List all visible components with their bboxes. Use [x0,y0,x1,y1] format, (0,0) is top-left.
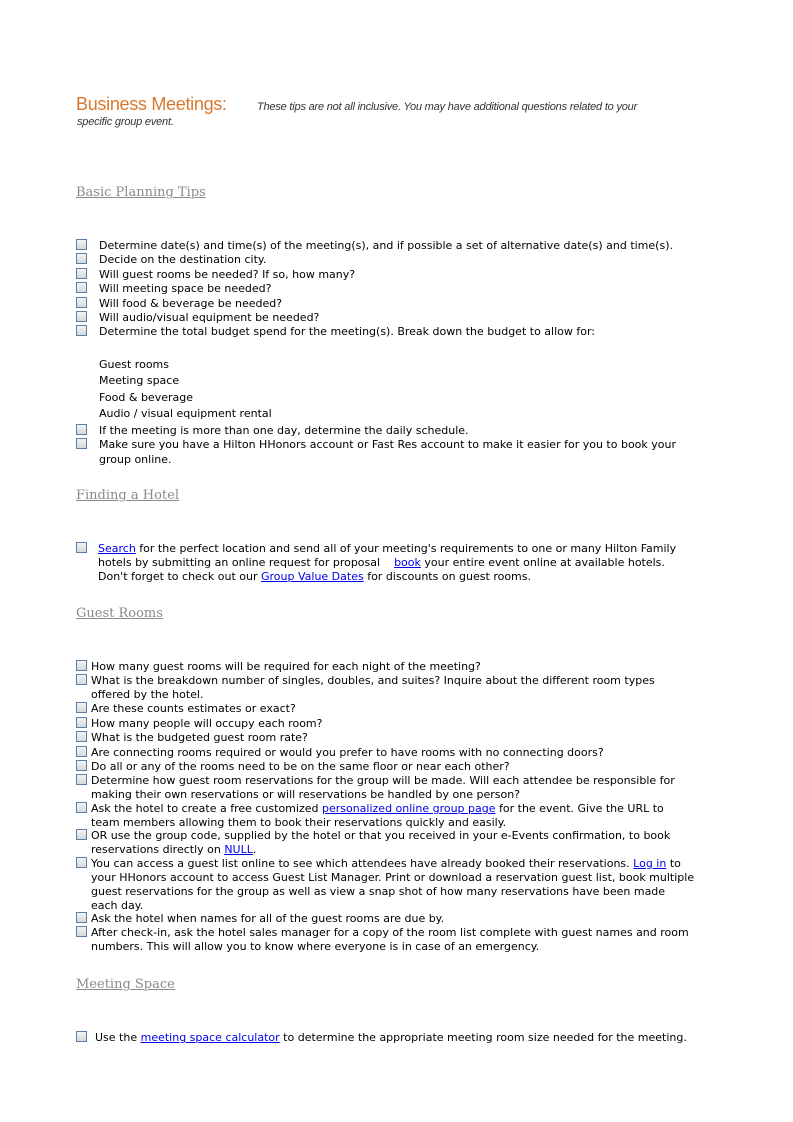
text: You can access a guest list online to se… [91,857,634,870]
list-item: Do all or any of the rooms need to be on… [91,760,510,773]
list-item-cont: making their own reservations or will re… [91,788,521,801]
list-item: Will meeting space be needed? [99,282,272,295]
list-item: Will guest rooms be needed? If so, how m… [99,268,356,281]
group-value-dates-link[interactable]: Group Value Dates [261,570,364,583]
section-heading-basic-planning: Basic Planning Tips [76,185,206,200]
checkbox[interactable] [76,282,87,293]
log-in-link[interactable]: Log in [633,857,666,870]
list-item: Will audio/visual equipment be needed? [99,311,320,324]
checkbox[interactable] [76,926,87,937]
list-item: Are connecting rooms required or would y… [91,746,604,759]
budget-item: Guest rooms [99,358,169,371]
personalized-group-page-link[interactable]: personalized online group page [322,802,496,815]
checkbox[interactable] [76,325,87,336]
checkbox[interactable] [76,1031,87,1042]
section-heading-guest-rooms: Guest Rooms [76,606,163,621]
checkbox[interactable] [76,857,87,868]
list-item-cont: each day. [91,899,144,912]
checkbox[interactable] [76,674,87,685]
list-item-cont: team members allowing them to book their… [91,816,507,829]
budget-item: Audio / visual equipment rental [99,407,272,420]
checkbox[interactable] [76,760,87,771]
list-item-cont: hotels by submitting an online request f… [98,556,665,570]
list-item: What is the breakdown number of singles,… [91,674,655,687]
text: . [252,843,257,856]
checkbox[interactable] [76,802,87,813]
list-item: Search for the perfect location and send… [98,542,676,556]
checkbox[interactable] [76,829,87,840]
list-item: OR use the group code, supplied by the h… [91,829,671,842]
checkbox[interactable] [76,239,87,250]
list-item-cont: group online. [99,453,172,466]
book-link[interactable]: book [394,556,421,569]
list-item: If the meeting is more than one day, det… [99,424,469,437]
text: your entire event online at available ho… [420,556,665,569]
checkbox[interactable] [76,746,87,757]
checkbox[interactable] [76,702,87,713]
checkbox[interactable] [76,542,87,553]
section-heading-meeting-space: Meeting Space [76,977,175,992]
list-item-cont: offered by the hotel. [91,688,204,701]
list-item: Determine date(s) and time(s) of the mee… [99,239,673,252]
text: Use the [95,1031,141,1044]
list-item: Decide on the destination city. [99,253,267,266]
list-item: How many guest rooms will be required fo… [91,660,481,673]
list-item-cont: Don't forget to check out our Group Valu… [98,570,531,584]
list-item-cont: reservations directly on NULL. [91,843,256,857]
text: hotels by submitting an online request f… [98,556,381,569]
checkbox[interactable] [76,731,87,742]
text: for discounts on guest rooms. [363,570,531,583]
intro-text-cont: specific group event. [77,116,174,128]
list-item: What is the budgeted guest room rate? [91,731,308,744]
meeting-space-calculator-link[interactable]: meeting space calculator [141,1031,280,1044]
budget-item: Food & beverage [99,391,193,404]
list-item: Determine how guest room reservations fo… [91,774,675,787]
checkbox[interactable] [76,311,87,322]
text: Ask the hotel to create a free customize… [91,802,322,815]
list-item-cont: guest reservations for the group as well… [91,885,666,898]
list-item: You can access a guest list online to se… [91,857,681,871]
list-item: Make sure you have a Hilton HHonors acco… [99,438,677,451]
list-item-cont: numbers. This will allow you to know whe… [91,940,540,953]
checkbox[interactable] [76,424,87,435]
budget-item: Meeting space [99,374,180,387]
list-item: Ask the hotel when names for all of the … [91,912,445,925]
null-link[interactable]: NULL [224,843,253,856]
list-item-cont: your HHonors account to access Guest Lis… [91,871,695,884]
list-item: After check-in, ask the hotel sales mana… [91,926,689,939]
list-item: Determine the total budget spend for the… [99,325,596,338]
checkbox[interactable] [76,774,87,785]
checkbox[interactable] [76,253,87,264]
checkbox[interactable] [76,438,87,449]
checkbox[interactable] [76,297,87,308]
intro-text: These tips are not all inclusive. You ma… [257,101,638,113]
checkbox[interactable] [76,660,87,671]
page-title: Business Meetings: [76,94,227,114]
list-item: Will food & beverage be needed? [99,297,283,310]
section-heading-finding-hotel: Finding a Hotel [76,488,179,503]
list-item: Are these counts estimates or exact? [91,702,296,715]
text: for the perfect location and send all of… [135,542,677,555]
list-item: Ask the hotel to create a free customize… [91,802,664,816]
checkbox[interactable] [76,717,87,728]
list-item: Use the meeting space calculator to dete… [95,1031,687,1045]
text: for the event. Give the URL to [495,802,664,815]
search-link[interactable]: Search [98,542,136,555]
checkbox[interactable] [76,912,87,923]
text: Don't forget to check out our [98,570,261,583]
text: to [666,857,681,870]
text: reservations directly on [91,843,225,856]
checkbox[interactable] [76,268,87,279]
list-item: How many people will occupy each room? [91,717,323,730]
text: to determine the appropriate meeting roo… [279,1031,687,1044]
